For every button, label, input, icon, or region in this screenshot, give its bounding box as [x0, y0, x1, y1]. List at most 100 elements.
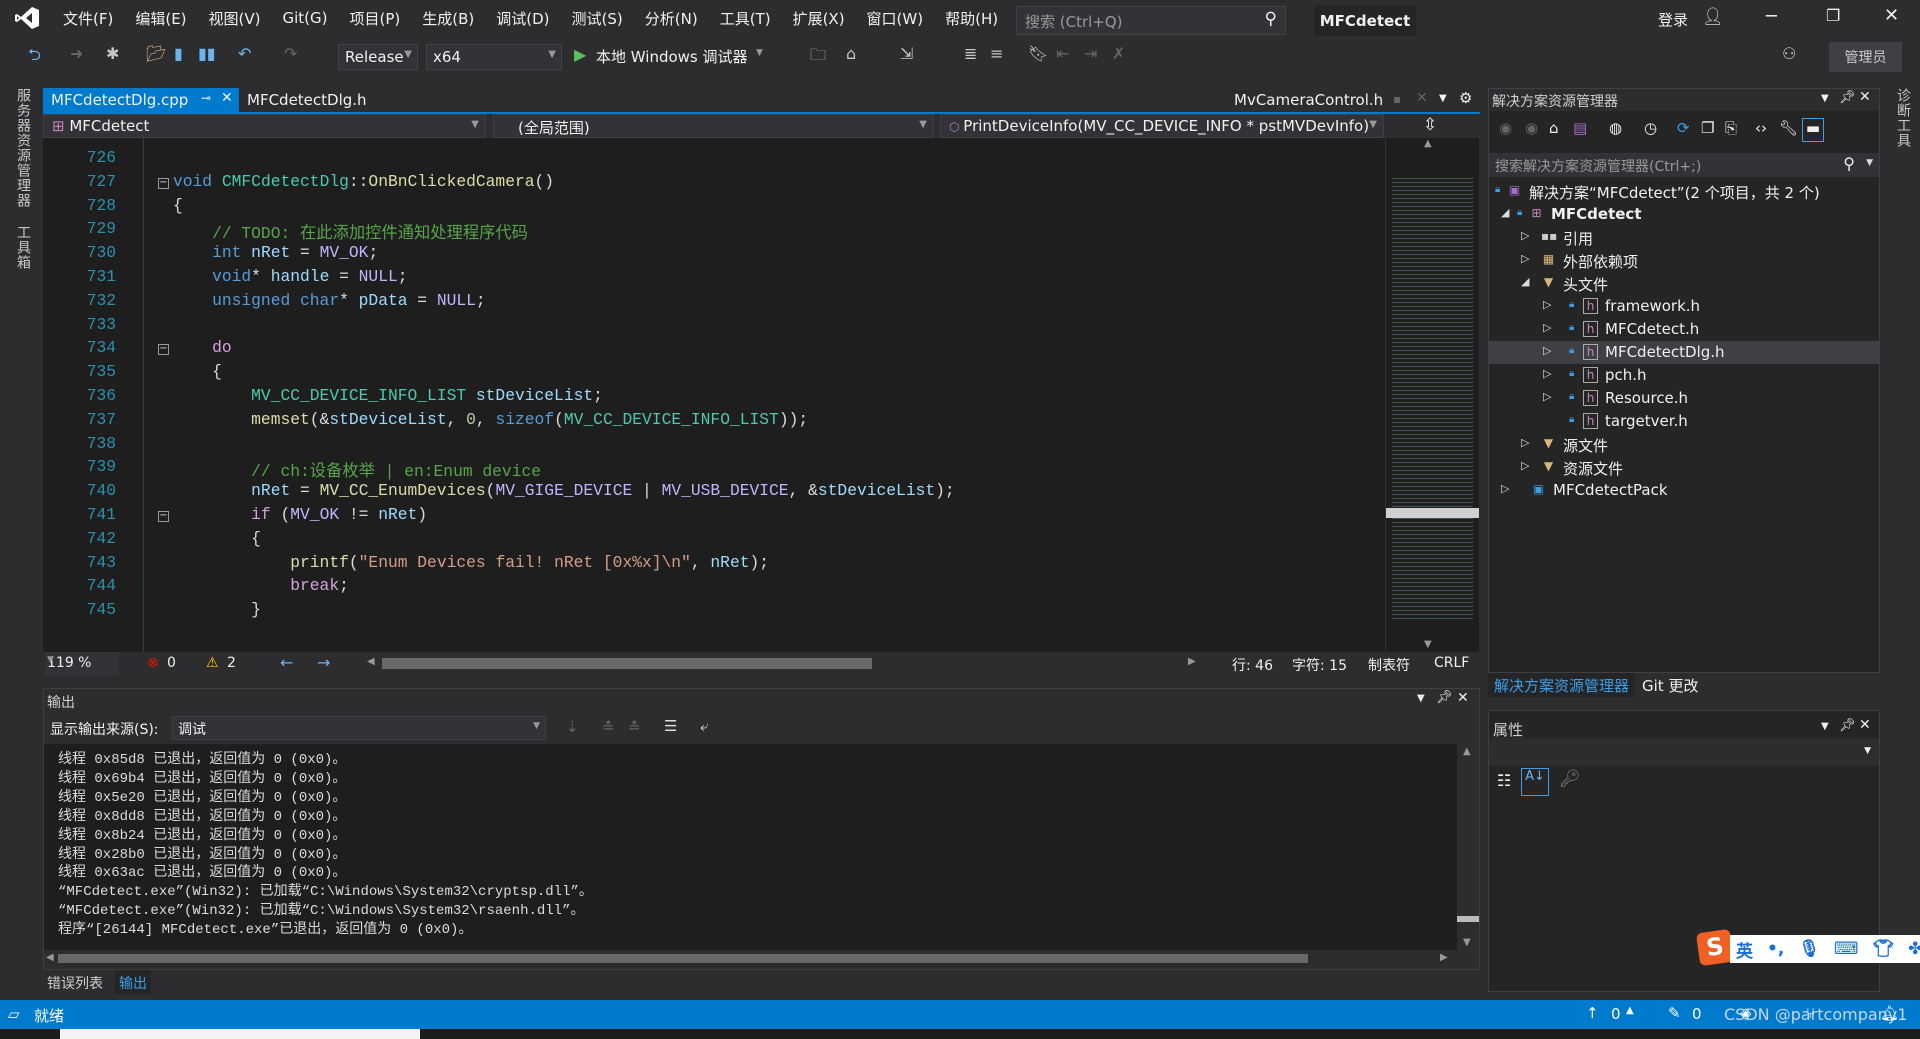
- error-icon[interactable]: ⊗: [147, 655, 159, 671]
- keyboard-icon[interactable]: ⌨: [1834, 939, 1859, 959]
- tabs-indicator[interactable]: 制表符: [1368, 655, 1410, 675]
- clear-bookmarks-icon[interactable]: ✗: [1112, 44, 1125, 63]
- code-line[interactable]: do: [173, 338, 232, 357]
- scope-dropdown[interactable]: (全局范围) ▼: [493, 114, 934, 138]
- browser-link-icon[interactable]: ⌂: [846, 44, 856, 63]
- code-line[interactable]: memset(&stDeviceList, 0, sizeof(MV_CC_DE…: [173, 410, 808, 429]
- tree-item[interactable]: ▷ ▦ 外部依赖项: [1489, 249, 1879, 272]
- new-project-icon[interactable]: ✱: [106, 44, 119, 63]
- collapsed-arrow-icon[interactable]: ▷: [1543, 390, 1551, 403]
- copy-icon[interactable]: ⎘: [1725, 119, 1737, 137]
- tree-item[interactable]: ▷ 🔒︎ h framework.h: [1489, 295, 1879, 318]
- minimap-viewport[interactable]: [1386, 508, 1479, 518]
- sync-icon[interactable]: ⟳: [1677, 119, 1690, 137]
- push-count[interactable]: 0: [1611, 1005, 1621, 1023]
- minimize-button[interactable]: ─: [1766, 6, 1777, 27]
- code-line[interactable]: unsigned char* pData = NULL;: [173, 291, 486, 310]
- horizontal-scroll-thumb[interactable]: [382, 658, 872, 669]
- changes-count[interactable]: 0: [1692, 1005, 1702, 1023]
- platform-dropdown[interactable]: x64 ▼: [426, 44, 562, 70]
- tab-mfcdetectdlg-h[interactable]: MFCdetectDlg.h: [239, 88, 375, 112]
- view-code-icon[interactable]: ‹›: [1755, 119, 1767, 137]
- toolbox-icon[interactable]: ✤: [1908, 939, 1920, 959]
- tab-git-changes[interactable]: Git 更改: [1642, 675, 1698, 696]
- scroll-thumb[interactable]: [58, 954, 1308, 963]
- code-line[interactable]: nRet = MV_CC_EnumDevices(MV_GIGE_DEVICE …: [173, 481, 955, 500]
- home-icon[interactable]: ⌂: [1549, 119, 1559, 137]
- collapsed-arrow-icon[interactable]: ▷: [1521, 252, 1529, 265]
- categorized-icon[interactable]: ☷: [1497, 771, 1511, 790]
- sign-in-link[interactable]: 登录: [1658, 9, 1688, 30]
- tree-item[interactable]: ▷ ▣ MFCdetectPack: [1489, 479, 1879, 502]
- gear-icon[interactable]: ⚙: [1459, 89, 1472, 107]
- tab-mfcdetectdlg-cpp[interactable]: MFCdetectDlg.cpp ⊸ ✕: [43, 88, 239, 112]
- punctuation-icon[interactable]: •,: [1767, 939, 1784, 959]
- panel-menu-icon[interactable]: ▼: [1821, 721, 1829, 732]
- code-line[interactable]: if (MV_OK != nRet): [173, 505, 427, 524]
- open-file-icon[interactable]: 📂︎: [146, 44, 166, 63]
- close-panel-icon[interactable]: ✕: [1457, 690, 1469, 706]
- account-icon[interactable]: 👤︎: [1702, 7, 1724, 27]
- chevron-up-icon[interactable]: ▲: [1626, 1005, 1634, 1016]
- close-panel-icon[interactable]: ✕: [1859, 89, 1871, 105]
- menu-tools[interactable]: 工具(T): [709, 8, 782, 29]
- scroll-right-icon[interactable]: ▶: [1440, 952, 1448, 963]
- line-ending-indicator[interactable]: CRLF: [1434, 655, 1469, 671]
- panel-menu-icon[interactable]: ▼: [1821, 93, 1829, 104]
- redo-icon[interactable]: ↷: [284, 44, 297, 63]
- keep-open-icon[interactable]: ▪: [1393, 92, 1401, 106]
- tree-item[interactable]: ▷ ▼ 资源文件: [1489, 456, 1879, 479]
- tab-list-dropdown-icon[interactable]: ▼: [1439, 93, 1447, 104]
- collapse-all-icon[interactable]: ❐: [1701, 119, 1714, 137]
- tab-solution-explorer[interactable]: 解决方案资源管理器: [1488, 673, 1636, 697]
- menu-debug[interactable]: 调试(D): [485, 8, 560, 29]
- alphabetical-icon[interactable]: A↓: [1521, 768, 1549, 796]
- clear-all-icon[interactable]: ☰: [664, 717, 677, 735]
- scroll-up-icon[interactable]: ▲: [1463, 746, 1471, 757]
- tree-item[interactable]: ▷ 🔒︎ h MFCdetectDlg.h: [1489, 341, 1879, 364]
- microphone-icon[interactable]: 🎙︎: [1798, 939, 1820, 959]
- tree-item[interactable]: ◢ 🔒︎ ⊞ MFCdetect: [1489, 203, 1879, 226]
- error-count[interactable]: 0: [167, 655, 176, 671]
- zoom-dropdown[interactable]: 119 % ▼: [45, 652, 119, 675]
- panel-menu-icon[interactable]: ▼: [1417, 693, 1425, 704]
- collapsed-arrow-icon[interactable]: ▷: [1543, 298, 1551, 311]
- pin-icon[interactable]: ⊸: [201, 91, 211, 105]
- warning-count[interactable]: 2: [227, 655, 236, 671]
- menu-build[interactable]: 生成(B): [411, 8, 485, 29]
- save-all-icon[interactable]: ▮▮: [198, 44, 216, 63]
- prev-bookmark-icon[interactable]: ⇤: [1056, 44, 1069, 63]
- scroll-down-icon[interactable]: ▼: [1463, 937, 1471, 948]
- previous-issue-icon[interactable]: ←: [280, 653, 293, 672]
- go-to-location-icon[interactable]: ⇣: [566, 718, 579, 736]
- solution-search-input[interactable]: 搜索解决方案资源管理器(Ctrl+;) ⚲ ▼: [1489, 153, 1879, 177]
- diagnostic-tools-tab[interactable]: 诊断工具: [1893, 88, 1913, 148]
- restore-button[interactable]: ❐: [1826, 6, 1840, 25]
- menu-view[interactable]: 视图(V): [198, 8, 272, 29]
- code-line[interactable]: {: [173, 362, 222, 381]
- forward-icon[interactable]: ➜: [70, 44, 83, 63]
- collapse-icon[interactable]: −: [158, 344, 169, 356]
- pin-icon[interactable]: 📌︎: [1839, 718, 1856, 733]
- menu-test[interactable]: 测试(S): [561, 8, 634, 29]
- tree-item[interactable]: 🔒︎ ▣ 解决方案“MFCdetect”(2 个项目，共 2 个): [1489, 180, 1879, 203]
- scroll-down-icon[interactable]: ▼: [1424, 639, 1432, 650]
- menu-help[interactable]: 帮助(H): [934, 8, 1009, 29]
- code-line[interactable]: void* handle = NULL;: [173, 267, 407, 286]
- menu-project[interactable]: 项目(P): [339, 8, 412, 29]
- object-selector-dropdown[interactable]: ▼: [1489, 738, 1879, 766]
- start-debugger-button[interactable]: 本地 Windows 调试器: [596, 46, 748, 67]
- menu-git[interactable]: Git(G): [272, 9, 339, 27]
- configuration-dropdown[interactable]: Release ▼: [338, 44, 418, 70]
- find-in-files-icon[interactable]: 🗀︎: [810, 44, 826, 71]
- menu-file[interactable]: 文件(F): [52, 8, 124, 29]
- project-dropdown[interactable]: ⊞ MFCdetect ▼: [43, 114, 486, 138]
- close-preview-icon[interactable]: ✕: [1416, 90, 1428, 106]
- step-icon[interactable]: ⇲: [900, 44, 913, 63]
- start-debug-icon[interactable]: ▶: [574, 45, 586, 64]
- menu-window[interactable]: 窗口(W): [856, 8, 935, 29]
- live-share-icon[interactable]: ⚇: [1782, 44, 1796, 63]
- scroll-right-icon[interactable]: ▶: [1188, 656, 1196, 667]
- code-line[interactable]: break;: [173, 576, 349, 595]
- output-text[interactable]: 线程 0x85d8 已退出，返回值为 0 (0x0)。 线程 0x69b4 已退出…: [44, 744, 1457, 950]
